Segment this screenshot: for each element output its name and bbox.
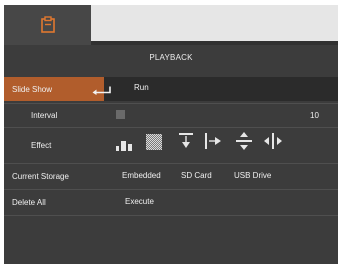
wipe-right-effect-icon[interactable] [204,132,222,150]
bars-effect-icon[interactable] [116,139,134,151]
current-storage-label: Current Storage [12,172,69,181]
effect-label: Effect [31,141,52,150]
storage-option-usb-drive[interactable]: USB Drive [234,171,271,180]
storage-option-embedded[interactable]: Embedded [122,171,161,180]
run-button[interactable]: Run [134,83,149,92]
page-title: PLAYBACK [149,53,193,62]
enter-return-icon[interactable] [92,86,112,95]
slide-show-row[interactable]: Slide Show Run [4,77,338,101]
playback-clipboard-icon [40,16,55,33]
tab-playback[interactable] [4,5,91,45]
dissolve-effect-icon[interactable] [146,134,162,150]
expand-horizontal-effect-icon[interactable] [262,132,284,150]
storage-option-sd-card[interactable]: SD Card [181,171,212,180]
delete-all-label: Delete All [12,198,46,207]
interval-slider-handle[interactable] [116,110,125,119]
interval-row[interactable]: Interval 10 [4,104,338,126]
playback-menu-panel: PLAYBACK Slide Show Run Interval 10 Effe… [4,5,338,264]
screen: PLAYBACK Slide Show Run Interval 10 Effe… [0,0,340,268]
effect-row[interactable]: Effect [4,128,338,162]
current-storage-row[interactable]: Current Storage Embedded SD Card USB Dri… [4,164,338,188]
slide-show-label: Slide Show [12,85,53,94]
expand-vertical-effect-icon[interactable] [236,131,252,151]
interval-label: Interval [31,111,58,120]
top-bar [4,5,338,45]
execute-button[interactable]: Execute [125,197,154,206]
delete-all-row[interactable]: Delete All Execute [4,190,338,214]
top-blank-area [91,5,338,41]
interval-value: 10 [310,111,319,120]
wipe-down-effect-icon[interactable] [178,132,194,150]
divider [4,215,338,216]
